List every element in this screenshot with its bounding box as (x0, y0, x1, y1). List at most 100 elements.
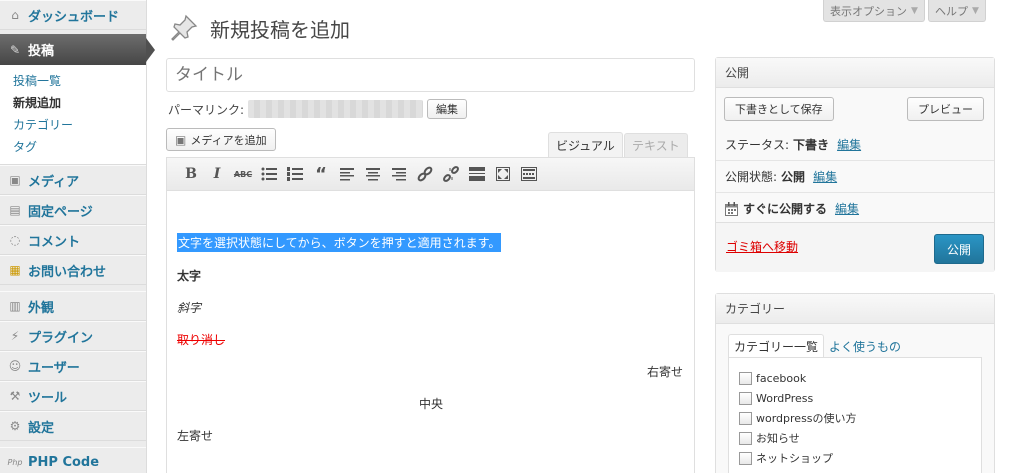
caret-down-icon: ▼ (972, 5, 979, 16)
bullet-list-button[interactable] (256, 163, 282, 185)
submenu-all-posts[interactable]: 投稿一覧 (0, 70, 146, 92)
menu-appearance[interactable]: ▥ 外観 (0, 291, 146, 321)
post-title-input[interactable] (166, 58, 695, 92)
tab-visual[interactable]: ビジュアル (548, 132, 623, 158)
tab-most-used[interactable]: よく使うもの (824, 334, 906, 358)
center-aligned-text: 中央 (419, 397, 444, 411)
strikethrough-button[interactable]: ABC (230, 163, 256, 185)
fullscreen-button[interactable] (490, 163, 516, 185)
menu-label: ダッシュボード (28, 9, 120, 25)
bold-button[interactable]: B (178, 163, 204, 185)
permalink-row: パーマリンク: 編集 (168, 99, 468, 119)
permalink-edit-button[interactable]: 編集 (427, 99, 468, 119)
move-to-trash-link[interactable]: ゴミ箱へ移動 (726, 238, 798, 255)
preview-button[interactable]: プレビュー (907, 97, 984, 121)
permalink-url[interactable] (248, 100, 424, 118)
publish-button[interactable]: 公開 (934, 234, 984, 264)
menu-php-code[interactable]: Php PHP Code (0, 447, 146, 473)
menu-label: ツール (28, 390, 68, 406)
admin-sidebar: ⌂ ダッシュボード ✎ 投稿 投稿一覧 新規追加 カテゴリー タグ ▣ メディア… (0, 0, 155, 473)
menu-media[interactable]: ▣ メディア (0, 165, 146, 195)
menu-posts[interactable]: ✎ 投稿 (0, 34, 155, 65)
submenu-tags[interactable]: タグ (0, 136, 146, 158)
checkbox[interactable] (739, 391, 752, 405)
category-item[interactable]: ネットショップ (739, 448, 981, 468)
divider (716, 160, 994, 161)
unlink-button[interactable] (438, 163, 464, 185)
category-checklist: facebook WordPress wordpressの使い方 お知らせ ネッ… (728, 357, 982, 473)
checkbox[interactable] (739, 411, 752, 425)
publish-metabox: 公開 下書きとして保存 プレビュー ステータス: 下書き 編集 公開状態: 公開… (715, 57, 995, 272)
menu-label: メディア (28, 174, 80, 190)
menu-tools[interactable]: ⚒ ツール (0, 381, 146, 411)
checkbox[interactable] (739, 451, 752, 465)
menu-label: ユーザー (28, 360, 80, 376)
category-label: お知らせ (756, 432, 800, 445)
italic-button[interactable]: I (204, 163, 230, 185)
kitchen-sink-icon (521, 167, 537, 181)
category-item[interactable]: WordPress (739, 388, 981, 408)
checkbox[interactable] (739, 371, 752, 385)
bold-text: 太字 (177, 269, 202, 283)
align-left-button[interactable] (334, 163, 360, 185)
menu-label: コメント (28, 234, 81, 250)
screen-options-button[interactable]: 表示オプション ▼ (823, 0, 925, 22)
category-heading[interactable]: カテゴリー (716, 294, 994, 324)
category-item[interactable]: facebook (739, 368, 981, 388)
home-icon: ⌂ (11, 8, 19, 22)
blockquote-button[interactable]: “ (308, 163, 334, 185)
tab-text[interactable]: テキスト (624, 133, 688, 157)
tab-all-categories[interactable]: カテゴリー一覧 (728, 334, 825, 358)
align-right-icon (392, 167, 406, 180)
settings-icon: ⚙ (9, 419, 21, 433)
schedule-label: すぐに公開する (743, 202, 828, 216)
publish-button-row: 下書きとして保存 プレビュー (724, 97, 984, 121)
status-edit-link[interactable]: 編集 (837, 136, 861, 153)
category-tabs: カテゴリー一覧 よく使うもの (728, 334, 906, 358)
strikethrough-text: 取り消し (177, 333, 226, 347)
caret-down-icon: ▼ (911, 5, 918, 16)
status-value: 下書き (793, 138, 830, 152)
category-item[interactable]: wordpressの使い方 (739, 408, 981, 428)
media-icon: ▣ (9, 173, 21, 187)
appearance-icon: ▥ (9, 299, 21, 313)
plugin-icon: ⚡ (10, 329, 20, 343)
menu-comments[interactable]: ◌ コメント (0, 225, 146, 255)
schedule-edit-link[interactable]: 編集 (835, 200, 859, 217)
save-draft-button[interactable]: 下書きとして保存 (724, 97, 834, 121)
menu-users[interactable]: ☺ ユーザー (0, 351, 146, 381)
visibility-value: 公開 (781, 170, 806, 184)
align-center-button[interactable] (360, 163, 386, 185)
menu-contact[interactable]: ▦ お問い合わせ (0, 255, 146, 285)
menu-pages[interactable]: ▤ 固定ページ (0, 195, 146, 225)
submenu-categories[interactable]: カテゴリー (0, 114, 146, 136)
php-code-icon: Php (7, 457, 23, 467)
numbered-list-button[interactable] (282, 163, 308, 185)
align-right-button[interactable] (386, 163, 412, 185)
category-label: wordpressの使い方 (756, 412, 857, 425)
add-media-icon: ▣ (175, 132, 187, 147)
category-item[interactable]: お知らせ (739, 428, 981, 448)
kitchen-sink-button[interactable] (516, 163, 542, 185)
editor-toolbar: B I ABC “ (167, 158, 694, 191)
pushpin-icon (171, 14, 198, 41)
checkbox[interactable] (739, 431, 752, 445)
visibility-label: 公開状態: (725, 170, 778, 184)
help-button[interactable]: ヘルプ ▼ (928, 0, 986, 22)
submenu-add-new[interactable]: 新規追加 (0, 92, 146, 114)
editor-content[interactable]: 文字を選択状態にしてから、ボタンを押すと適用されます。 太字 斜字 取り消し 右… (167, 191, 694, 473)
menu-plugins[interactable]: ⚡ プラグイン (0, 321, 146, 351)
add-media-label: メディアを追加 (190, 133, 267, 147)
more-tag-button[interactable] (464, 163, 490, 185)
calendar-icon (725, 201, 738, 216)
add-media-button[interactable]: ▣ メディアを追加 (166, 128, 276, 151)
visibility-edit-link[interactable]: 編集 (813, 168, 837, 185)
publish-heading[interactable]: 公開 (716, 58, 994, 88)
insert-link-button[interactable] (412, 163, 438, 185)
status-label: ステータス: (725, 138, 790, 152)
left-aligned-text: 左寄せ (177, 429, 214, 443)
menu-settings[interactable]: ⚙ 設定 (0, 411, 146, 441)
menu-dashboard[interactable]: ⌂ ダッシュボード (0, 0, 146, 30)
selected-text: 文字を選択状態にしてから、ボタンを押すと適用されます。 (177, 233, 502, 252)
menu-label: 外観 (28, 300, 55, 316)
